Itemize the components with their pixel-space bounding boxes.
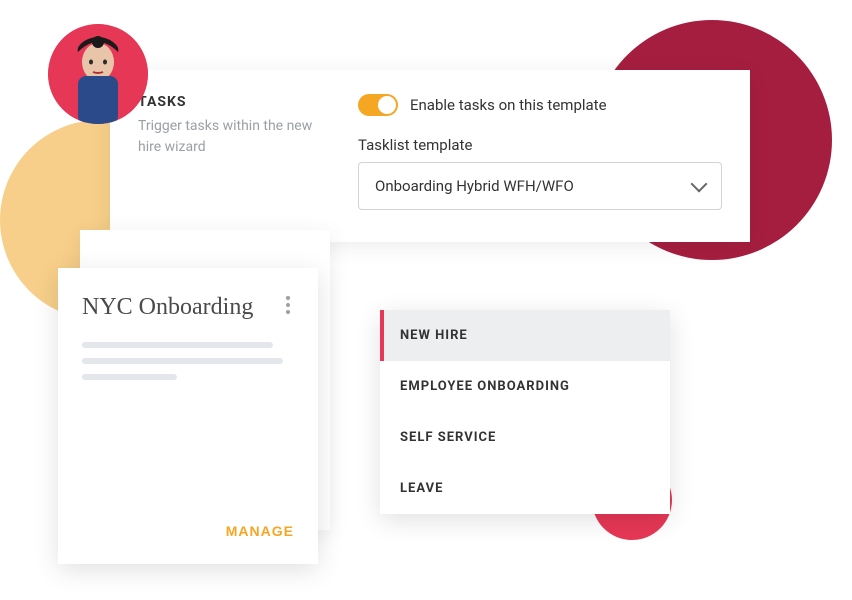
- tasklist-template-select[interactable]: Onboarding Hybrid WFH/WFO: [358, 162, 722, 210]
- template-menu: NEW HIRE EMPLOYEE ONBOARDING SELF SERVIC…: [380, 310, 670, 514]
- kebab-menu-icon[interactable]: [282, 292, 294, 318]
- avatar: [48, 24, 148, 124]
- menu-item-self-service[interactable]: SELF SERVICE: [380, 412, 670, 463]
- enable-tasks-toggle[interactable]: [358, 94, 398, 116]
- onboarding-card: NYC Onboarding MANAGE: [58, 268, 318, 564]
- tasks-panel: TASKS Trigger tasks within the new hire …: [110, 70, 750, 242]
- enable-tasks-label: Enable tasks on this template: [410, 96, 607, 114]
- manage-button[interactable]: MANAGE: [226, 523, 294, 539]
- menu-item-new-hire[interactable]: NEW HIRE: [380, 310, 670, 361]
- onboarding-card-title: NYC Onboarding: [82, 292, 253, 322]
- tasklist-template-value: Onboarding Hybrid WFH/WFO: [375, 177, 574, 195]
- tasklist-template-label: Tasklist template: [358, 136, 722, 154]
- tasks-title: TASKS: [138, 94, 318, 110]
- card-placeholder-lines: [82, 342, 294, 390]
- tasks-description: Trigger tasks within the new hire wizard: [138, 116, 318, 158]
- menu-item-leave[interactable]: LEAVE: [380, 463, 670, 514]
- chevron-down-icon: [691, 176, 708, 193]
- menu-item-employee-onboarding[interactable]: EMPLOYEE ONBOARDING: [380, 361, 670, 412]
